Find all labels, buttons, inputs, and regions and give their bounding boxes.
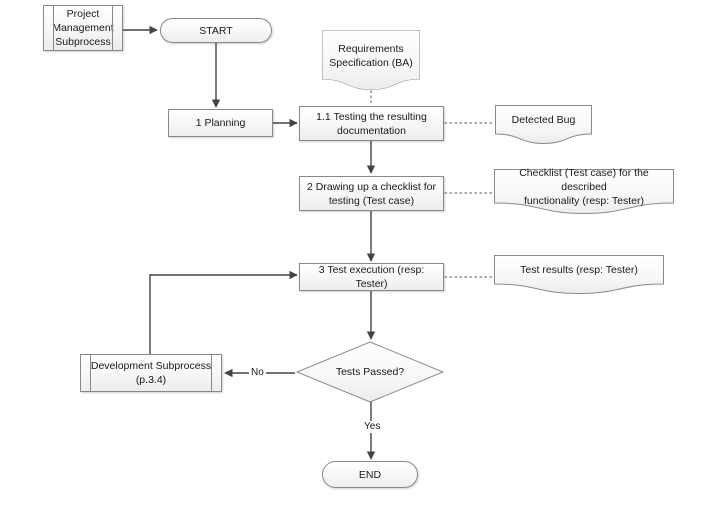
node-label: 1.1 Testing the resulting documentation [316,110,427,137]
edge-label-no: No [249,367,266,379]
node-end[interactable]: END [322,461,418,488]
node-label: Requirements Specification (BA) [329,42,413,69]
edge-development-loopback [149,270,298,354]
node-checklist-document[interactable]: Checklist (Test case) for the described … [494,167,674,215]
node-start[interactable]: START [160,18,272,43]
node-requirements-specification[interactable]: Requirements Specification (BA) [322,30,420,91]
node-test-execution[interactable]: 3 Test execution (resp: Tester) [299,263,444,291]
node-drawing-checklist[interactable]: 2 Drawing up a checklist for testing (Te… [299,176,444,211]
node-label: END [358,468,382,481]
subprocess-left-bar [53,6,54,50]
flowchart-canvas: Project Management Subprocess START Requ… [0,0,725,508]
subprocess-left-bar [90,355,91,391]
node-label: START [199,24,233,37]
node-label: Tests Passed? [335,366,405,378]
node-label: 2 Drawing up a checklist for testing (Te… [307,180,436,207]
node-label: Detected Bug [511,114,576,126]
node-test-results-document[interactable]: Test results (resp: Tester) [494,255,664,295]
subprocess-right-bar [211,355,212,391]
node-label: Project Management Subprocess [52,8,114,48]
node-label: Checklist (Test case) for the described … [519,167,649,207]
subprocess-right-bar [112,6,113,50]
node-tests-passed-decision[interactable]: Tests Passed? [296,341,444,403]
node-label: Development Subprocess (p.3.4) [90,360,212,386]
node-label: 3 Test execution (resp: Tester) [318,264,425,290]
edge-label-yes: Yes [362,421,383,433]
node-planning[interactable]: 1 Planning [168,109,273,137]
node-development-subprocess[interactable]: Development Subprocess (p.3.4) [80,354,222,392]
node-project-management-subprocess[interactable]: Project Management Subprocess [43,5,123,51]
node-label: 1 Planning [195,117,246,129]
node-label: Test results (resp: Tester) [520,264,638,276]
node-testing-documentation[interactable]: 1.1 Testing the resulting documentation [299,106,444,141]
node-detected-bug[interactable]: Detected Bug [495,105,592,145]
